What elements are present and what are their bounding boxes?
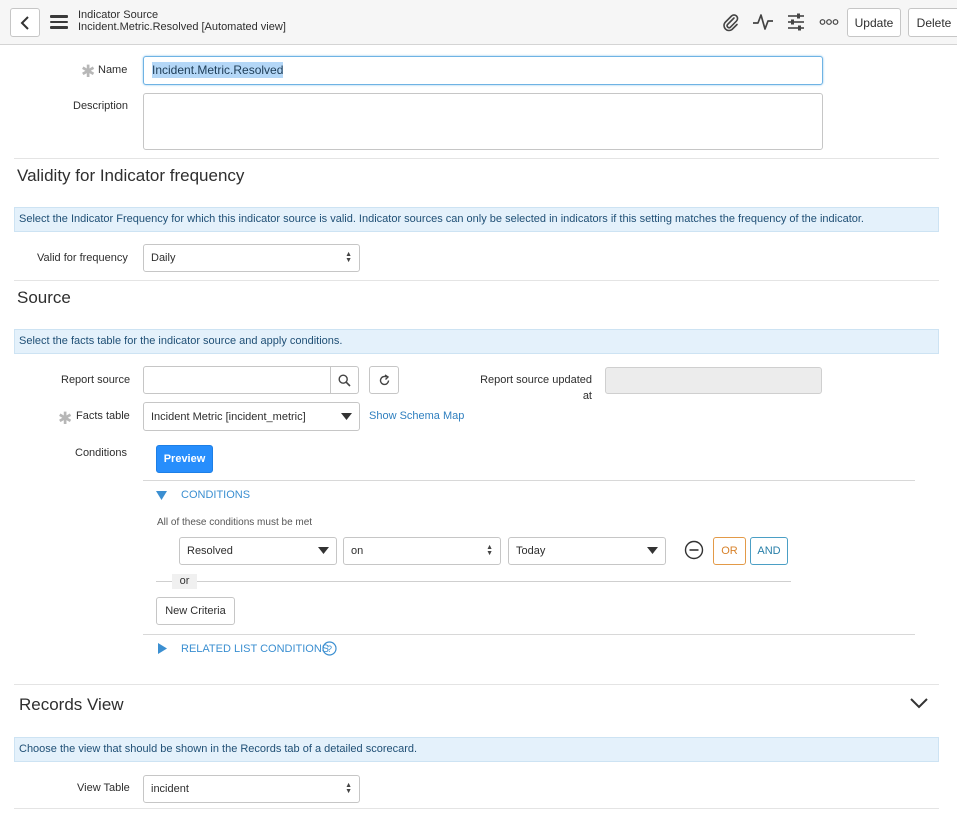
more-options-icon[interactable] — [816, 10, 842, 34]
new-criteria-button[interactable]: New Criteria — [156, 597, 235, 625]
section-divider — [14, 158, 939, 159]
settings-sliders-icon[interactable] — [783, 10, 809, 34]
conditions-label: Conditions — [75, 447, 127, 459]
back-button[interactable] — [10, 8, 40, 37]
frequency-label: Valid for frequency — [37, 252, 128, 264]
validity-info-band: Select the Indicator Frequency for which… — [14, 207, 939, 232]
conditions-header[interactable]: CONDITIONS — [181, 489, 250, 501]
section-divider — [14, 808, 939, 809]
source-info-band: Select the facts table for the indicator… — [14, 329, 939, 354]
updown-arrows-icon: ▲ ▼ — [486, 544, 493, 557]
or-divider-line — [156, 581, 791, 582]
activity-icon[interactable] — [750, 10, 776, 34]
caret-down-icon — [341, 412, 352, 420]
updown-arrows-icon: ▲ ▼ — [345, 782, 352, 795]
refresh-button[interactable] — [369, 366, 399, 394]
frequency-value: Daily — [151, 252, 176, 264]
facts-table-select[interactable]: Incident Metric [incident_metric] — [143, 402, 360, 431]
report-updated-label: Report source updated — [480, 374, 592, 386]
name-field[interactable]: Incident.Metric.Resolved — [143, 56, 823, 85]
update-button[interactable]: Update — [847, 8, 901, 37]
and-button[interactable]: AND — [750, 537, 788, 565]
search-icon — [338, 373, 351, 387]
triangle-down-icon[interactable] — [156, 491, 167, 500]
facts-table-value: Incident Metric [incident_metric] — [151, 410, 306, 423]
svg-text:?: ? — [327, 644, 332, 654]
show-schema-map-link[interactable]: Show Schema Map — [369, 410, 464, 422]
record-name: Incident.Metric.Resolved [Automated view… — [78, 21, 286, 33]
required-indicator: ✱ — [58, 409, 73, 428]
description-field[interactable] — [143, 93, 823, 150]
related-list-conditions-header[interactable]: RELATED LIST CONDITIONS — [181, 643, 329, 655]
section-divider — [14, 684, 939, 685]
caret-down-icon — [318, 547, 329, 554]
record-type: Indicator Source — [78, 9, 159, 21]
report-source-input[interactable] — [143, 366, 331, 394]
conditions-divider — [143, 480, 915, 481]
condition-field-value: Resolved — [187, 545, 233, 557]
condition-value-value: Today — [516, 545, 546, 557]
name-label: Name — [98, 64, 128, 76]
view-table-label: View Table — [77, 782, 130, 794]
condition-operator-select[interactable]: on ▲ ▼ — [343, 537, 501, 565]
condition-operator-value: on — [351, 545, 364, 557]
triangle-right-icon[interactable] — [158, 643, 167, 654]
caret-down-icon — [647, 547, 658, 554]
facts-table-label: Facts table — [76, 410, 130, 422]
or-button[interactable]: OR — [713, 537, 746, 565]
source-section-title: Source — [17, 288, 71, 307]
chevron-down-icon[interactable] — [910, 698, 928, 709]
delete-button[interactable]: Delete — [908, 8, 957, 37]
records-view-section-title: Records View — [19, 695, 124, 714]
report-updated-field — [605, 367, 822, 394]
frequency-select[interactable]: Daily ▲ ▼ — [143, 244, 360, 272]
or-divider-label: or — [172, 574, 197, 589]
paperclip-icon[interactable] — [717, 10, 743, 34]
name-value: Incident.Metric.Resolved — [152, 62, 284, 78]
help-icon[interactable]: ? — [322, 641, 337, 656]
section-divider — [14, 280, 939, 281]
required-indicator: ✱ — [81, 62, 96, 81]
records-view-info-band: Choose the view that should be shown in … — [14, 737, 939, 762]
report-source-label: Report source — [61, 374, 131, 386]
updown-arrows-icon: ▲ ▼ — [345, 251, 352, 264]
condition-value-select[interactable]: Today — [508, 537, 666, 565]
view-table-value: incident — [151, 783, 189, 795]
related-divider — [143, 634, 915, 635]
validity-section-title: Validity for Indicator frequency — [17, 166, 245, 185]
view-table-select[interactable]: incident ▲ ▼ — [143, 775, 360, 803]
refresh-icon — [379, 373, 389, 385]
chevron-left-icon — [20, 15, 29, 30]
conditions-note: All of these conditions must be met — [157, 517, 313, 528]
condition-field-select[interactable]: Resolved — [179, 537, 337, 565]
menu-icon[interactable] — [50, 15, 68, 29]
description-label: Description — [73, 100, 129, 112]
remove-condition-icon[interactable] — [684, 540, 704, 560]
preview-button[interactable]: Preview — [156, 445, 213, 473]
report-updated-label-at: at — [582, 390, 592, 402]
lookup-button[interactable] — [330, 366, 359, 394]
